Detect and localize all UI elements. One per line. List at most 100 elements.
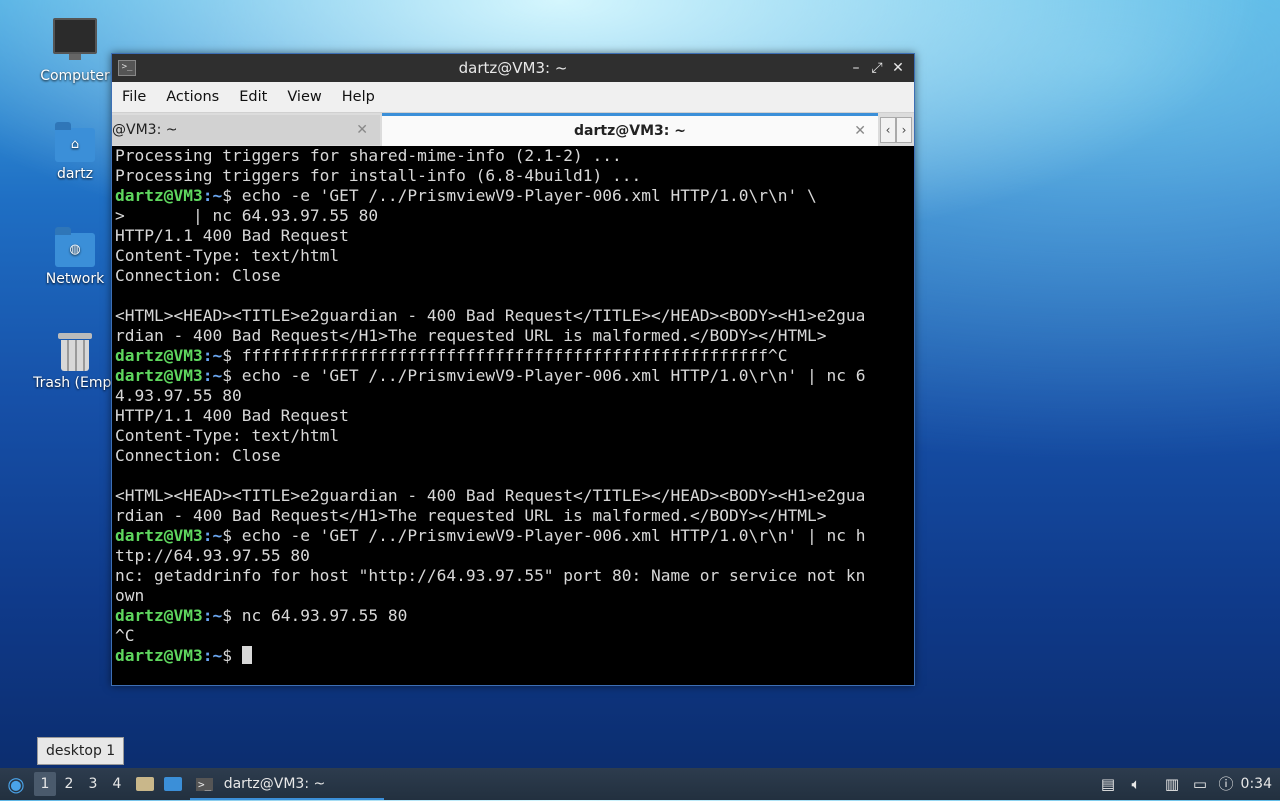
tab-label: @VM3: ~ <box>112 122 178 138</box>
menu-edit[interactable]: Edit <box>229 82 277 112</box>
window-titlebar[interactable]: >_ dartz@VM3: ~ – ⤢ ✕ <box>112 54 914 82</box>
trash-icon <box>58 333 92 371</box>
menu-actions[interactable]: Actions <box>156 82 229 112</box>
prompt-user: dartz@VM3 <box>115 526 203 545</box>
menu-file[interactable]: File <box>112 82 156 112</box>
start-menu-icon[interactable]: ◉ <box>4 768 28 800</box>
prompt-user: dartz@VM3 <box>115 346 203 365</box>
command-text: ffffffffffffffffffffffffffffffffffffffff… <box>241 346 788 365</box>
terminal-line: own <box>115 586 145 605</box>
terminal-line: HTTP/1.1 400 Bad Request <box>115 406 349 425</box>
terminal-line: > | nc 64.93.97.55 80 <box>115 206 379 225</box>
prompt-user: dartz@VM3 <box>115 366 203 385</box>
volume-icon[interactable]: 🔈︎ <box>1126 768 1146 800</box>
menubar: File Actions Edit View Help <box>112 82 914 113</box>
notes-tray-icon[interactable]: ▥ <box>1162 768 1182 800</box>
tab-bar: @VM3: ~ ✕ dartz@VM3: ~ ✕ ‹ › <box>112 113 914 148</box>
prompt-path: :~ <box>202 346 223 365</box>
terminal-line: dartz@VM3:~$ fffffffffffffffffffffffffff… <box>115 346 914 366</box>
prompt-symbol: $ <box>222 366 242 385</box>
show-desktop-icon[interactable] <box>162 768 184 800</box>
desktop-icon-computer[interactable]: Computer <box>30 18 120 84</box>
taskbar: ◉ 1 2 3 4 >_ dartz@VM3: ~ ▤ 🔈︎ ▥ ▭ ⓘ 0:3… <box>0 768 1280 800</box>
desktop-icon-home[interactable]: ⌂ dartz <box>30 122 120 182</box>
workspace-2[interactable]: 2 <box>58 768 80 800</box>
terminal-line: Processing triggers for shared-mime-info… <box>115 146 622 165</box>
menu-help[interactable]: Help <box>332 82 385 112</box>
terminal-line: Content-Type: text/html <box>115 246 340 265</box>
computer-icon <box>53 18 97 60</box>
maximize-button[interactable]: ⤢ <box>867 58 887 78</box>
terminal-window: >_ dartz@VM3: ~ – ⤢ ✕ File Actions Edit … <box>111 53 915 686</box>
prompt-user: dartz@VM3 <box>115 646 203 665</box>
terminal-line: Content-Type: text/html <box>115 426 340 445</box>
close-button[interactable]: ✕ <box>888 58 908 78</box>
tab-label: dartz@VM3: ~ <box>574 123 686 139</box>
prompt-symbol: $ <box>222 346 242 365</box>
menu-view[interactable]: View <box>277 82 331 112</box>
terminal-line: Connection: Close <box>115 446 281 465</box>
terminal-line: <HTML><HEAD><TITLE>e2guardian - 400 Bad … <box>115 486 866 505</box>
taskbar-task-terminal[interactable]: >_ dartz@VM3: ~ <box>190 768 384 800</box>
desktop-icon-label: Network <box>45 271 105 287</box>
network-folder-icon: ◍ <box>55 227 95 267</box>
tab-inactive[interactable]: @VM3: ~ ✕ <box>112 115 380 145</box>
terminal-output[interactable]: Processing triggers for shared-mime-info… <box>112 146 914 685</box>
terminal-line: Processing triggers for install-info (6.… <box>115 166 642 185</box>
terminal-line: rdian - 400 Bad Request</H1>The requeste… <box>115 506 827 525</box>
desktop-icon-label: Computer <box>40 68 110 84</box>
task-label: dartz@VM3: ~ <box>223 776 326 792</box>
terminal-task-icon: >_ <box>196 778 214 791</box>
desktop-icon-network[interactable]: ◍ Network <box>30 227 120 287</box>
tab-active[interactable]: dartz@VM3: ~ ✕ <box>382 113 878 148</box>
prompt-symbol: $ <box>222 646 242 665</box>
home-folder-icon: ⌂ <box>55 122 95 162</box>
command-text: echo -e 'GET /../PrismviewV9-Player-006.… <box>241 526 866 545</box>
desktop-icon-trash[interactable]: Trash (Empt <box>30 333 120 391</box>
terminal-line: <HTML><HEAD><TITLE>e2guardian - 400 Bad … <box>115 306 866 325</box>
window-title: dartz@VM3: ~ <box>458 59 568 77</box>
desktop-icon-label: Trash (Empt <box>33 375 117 391</box>
prompt-symbol: $ <box>222 186 242 205</box>
tab-close-icon[interactable]: ✕ <box>854 116 866 146</box>
text-cursor <box>241 646 252 664</box>
terminal-line: dartz@VM3:~$ <box>115 646 914 666</box>
terminal-line: dartz@VM3:~$ echo -e 'GET /../PrismviewV… <box>115 366 914 386</box>
prompt-path: :~ <box>202 646 223 665</box>
workspace-1[interactable]: 1 <box>34 772 56 796</box>
minimize-button[interactable]: – <box>846 58 866 78</box>
prompt-path: :~ <box>202 186 223 205</box>
command-text: echo -e 'GET /../PrismviewV9-Player-006.… <box>241 186 817 205</box>
terminal-line: ^C <box>115 626 135 645</box>
terminal-line: HTTP/1.1 400 Bad Request <box>115 226 349 245</box>
desktop-icon-label: dartz <box>56 166 94 182</box>
terminal-line: dartz@VM3:~$ echo -e 'GET /../PrismviewV… <box>115 526 914 546</box>
terminal-line: dartz@VM3:~$ nc 64.93.97.55 80 <box>115 606 914 626</box>
clipboard-tray-icon[interactable]: ▤ <box>1098 768 1118 800</box>
prompt-path: :~ <box>202 526 223 545</box>
desktop-tooltip: desktop 1 <box>37 737 125 765</box>
network-tray-icon[interactable]: ▭ <box>1190 768 1210 800</box>
prompt-path: :~ <box>202 606 223 625</box>
terminal-line: Connection: Close <box>115 266 281 285</box>
prompt-symbol: $ <box>222 526 242 545</box>
tab-scroll-right-button[interactable]: › <box>896 117 912 143</box>
prompt-symbol: $ <box>222 606 242 625</box>
clock[interactable]: 0:34 <box>1241 768 1272 800</box>
command-text: echo -e 'GET /../PrismviewV9-Player-006.… <box>241 366 866 385</box>
workspace-3[interactable]: 3 <box>82 768 104 800</box>
workspace-4[interactable]: 4 <box>106 768 128 800</box>
prompt-user: dartz@VM3 <box>115 186 203 205</box>
command-text: nc 64.93.97.55 80 <box>241 606 408 625</box>
tab-close-icon[interactable]: ✕ <box>356 115 368 145</box>
prompt-path: :~ <box>202 366 223 385</box>
update-notifier-icon[interactable]: ⓘ <box>1216 768 1236 800</box>
terminal-line: 4.93.97.55 80 <box>115 386 242 405</box>
prompt-user: dartz@VM3 <box>115 606 203 625</box>
terminal-line: dartz@VM3:~$ echo -e 'GET /../PrismviewV… <box>115 186 914 206</box>
terminal-line: nc: getaddrinfo for host "http://64.93.9… <box>115 566 866 585</box>
file-manager-launcher-icon[interactable] <box>134 768 156 800</box>
tab-scroll-left-button[interactable]: ‹ <box>880 117 896 143</box>
